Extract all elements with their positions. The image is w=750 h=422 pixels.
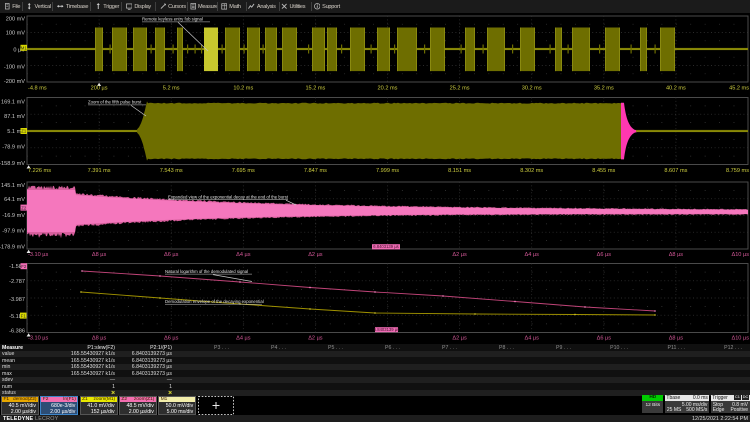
svg-text:Δ8 µs: Δ8 µs: [669, 336, 684, 342]
svg-text:15.2 ms: 15.2 ms: [305, 85, 325, 91]
svg-text:30.2 ms: 30.2 ms: [522, 85, 542, 91]
svg-text:Δ10 µs: Δ10 µs: [731, 252, 749, 258]
svg-text:8.151 ms: 8.151 ms: [448, 168, 471, 174]
svg-text:F2: F2: [21, 264, 27, 269]
svg-text:100 mV: 100 mV: [6, 31, 26, 37]
svg-text:7.695 ms: 7.695 ms: [232, 168, 255, 174]
svg-text:Δ6 µs: Δ6 µs: [597, 252, 612, 258]
svg-text:-2.787: -2.787: [9, 279, 25, 285]
svg-text:Expanded view of the exponenti: Expanded view of the exponential decay a…: [168, 194, 289, 199]
svg-text:Δ8 µs: Δ8 µs: [92, 252, 107, 258]
svg-text:169.1 mV: 169.1 mV: [1, 99, 25, 105]
svg-text:6.8403139 µs: 6.8403139 µs: [373, 244, 398, 249]
svg-text:7.226 ms: 7.226 ms: [28, 168, 51, 174]
svg-text:Zoom of the fifth pulse burst: Zoom of the fifth pulse burst: [88, 100, 142, 105]
svg-text:-78.9 mV: -78.9 mV: [2, 144, 25, 150]
svg-text:Δ2 µs: Δ2 µs: [452, 336, 467, 342]
svg-text:Δ2 µs: Δ2 µs: [452, 252, 467, 258]
svg-text:8.302 ms: 8.302 ms: [520, 168, 543, 174]
svg-text:7.847 ms: 7.847 ms: [304, 168, 327, 174]
svg-text:Δ2 µs: Δ2 µs: [308, 252, 323, 258]
svg-text:35.2 ms: 35.2 ms: [594, 85, 614, 91]
svg-text:40.2 ms: 40.2 ms: [666, 85, 686, 91]
svg-text:-3.10 µs: -3.10 µs: [28, 336, 49, 342]
svg-text:Δ4 µs: Δ4 µs: [236, 336, 251, 342]
svg-text:7.391 ms: 7.391 ms: [88, 168, 111, 174]
svg-text:Δ6 µs: Δ6 µs: [164, 336, 179, 342]
svg-text:8.607 ms: 8.607 ms: [664, 168, 687, 174]
svg-text:-3.10 µs: -3.10 µs: [28, 252, 49, 258]
svg-text:64.1 mV: 64.1 mV: [4, 197, 25, 203]
svg-text:145.1 mV: 145.1 mV: [1, 183, 25, 189]
svg-text:-158.9 mV: -158.9 mV: [0, 161, 25, 167]
svg-text:Remote keyless entry fob signa: Remote keyless entry fob signal: [142, 17, 203, 22]
svg-text:Δ8 µs: Δ8 µs: [92, 336, 107, 342]
svg-text:Δ4 µs: Δ4 µs: [236, 252, 251, 258]
svg-text:Δ4 µs: Δ4 µs: [524, 336, 539, 342]
svg-text:Δ6 µs: Δ6 µs: [164, 252, 179, 258]
svg-text:-6.386: -6.386: [9, 329, 25, 335]
svg-text:Natural logarithm of the demod: Natural logarithm of the demodulated sig…: [165, 269, 248, 274]
svg-text:M1: M1: [21, 46, 27, 51]
svg-text:Δ4 µs: Δ4 µs: [524, 252, 539, 258]
svg-text:Δ8 µs: Δ8 µs: [669, 252, 684, 258]
svg-text:Δ6 µs: Δ6 µs: [597, 336, 612, 342]
svg-text:-200 mV: -200 mV: [4, 79, 25, 85]
svg-text:200 µs: 200 µs: [91, 85, 108, 91]
svg-text:8.455 ms: 8.455 ms: [592, 168, 615, 174]
svg-text:-3.987: -3.987: [9, 297, 25, 303]
svg-text:-4.8 ms: -4.8 ms: [28, 85, 47, 91]
svg-text:8.759 ms: 8.759 ms: [726, 168, 749, 174]
svg-text:200 mV: 200 mV: [6, 16, 26, 22]
svg-text:87.1 mV: 87.1 mV: [4, 114, 25, 120]
svg-text:25.2 ms: 25.2 ms: [450, 85, 470, 91]
svg-text:45.2 ms: 45.2 ms: [729, 85, 749, 91]
svg-text:5.2 ms: 5.2 ms: [163, 85, 180, 91]
svg-text:7.999 ms: 7.999 ms: [376, 168, 399, 174]
svg-text:-16.9 mV: -16.9 mV: [2, 213, 25, 219]
svg-text:10.2 ms: 10.2 ms: [233, 85, 253, 91]
svg-text:7.543 ms: 7.543 ms: [160, 168, 183, 174]
svg-text:-178.9 mV: -178.9 mV: [0, 245, 25, 251]
svg-text:20.2 ms: 20.2 ms: [378, 85, 398, 91]
svg-text:Δ2 µs: Δ2 µs: [308, 336, 323, 342]
svg-text:Δ10 µs: Δ10 µs: [731, 336, 749, 342]
svg-text:Z2: Z2: [21, 205, 27, 210]
svg-text:F1: F1: [21, 313, 27, 318]
svg-text:6.8403139 µs: 6.8403139 µs: [374, 327, 399, 332]
svg-text:Z1: Z1: [21, 129, 27, 134]
svg-text:Demodulation envelope of the d: Demodulation envelope of the decaying ex…: [165, 299, 264, 304]
svg-text:-100 mV: -100 mV: [4, 64, 25, 70]
svg-text:-97.9 mV: -97.9 mV: [2, 228, 25, 234]
